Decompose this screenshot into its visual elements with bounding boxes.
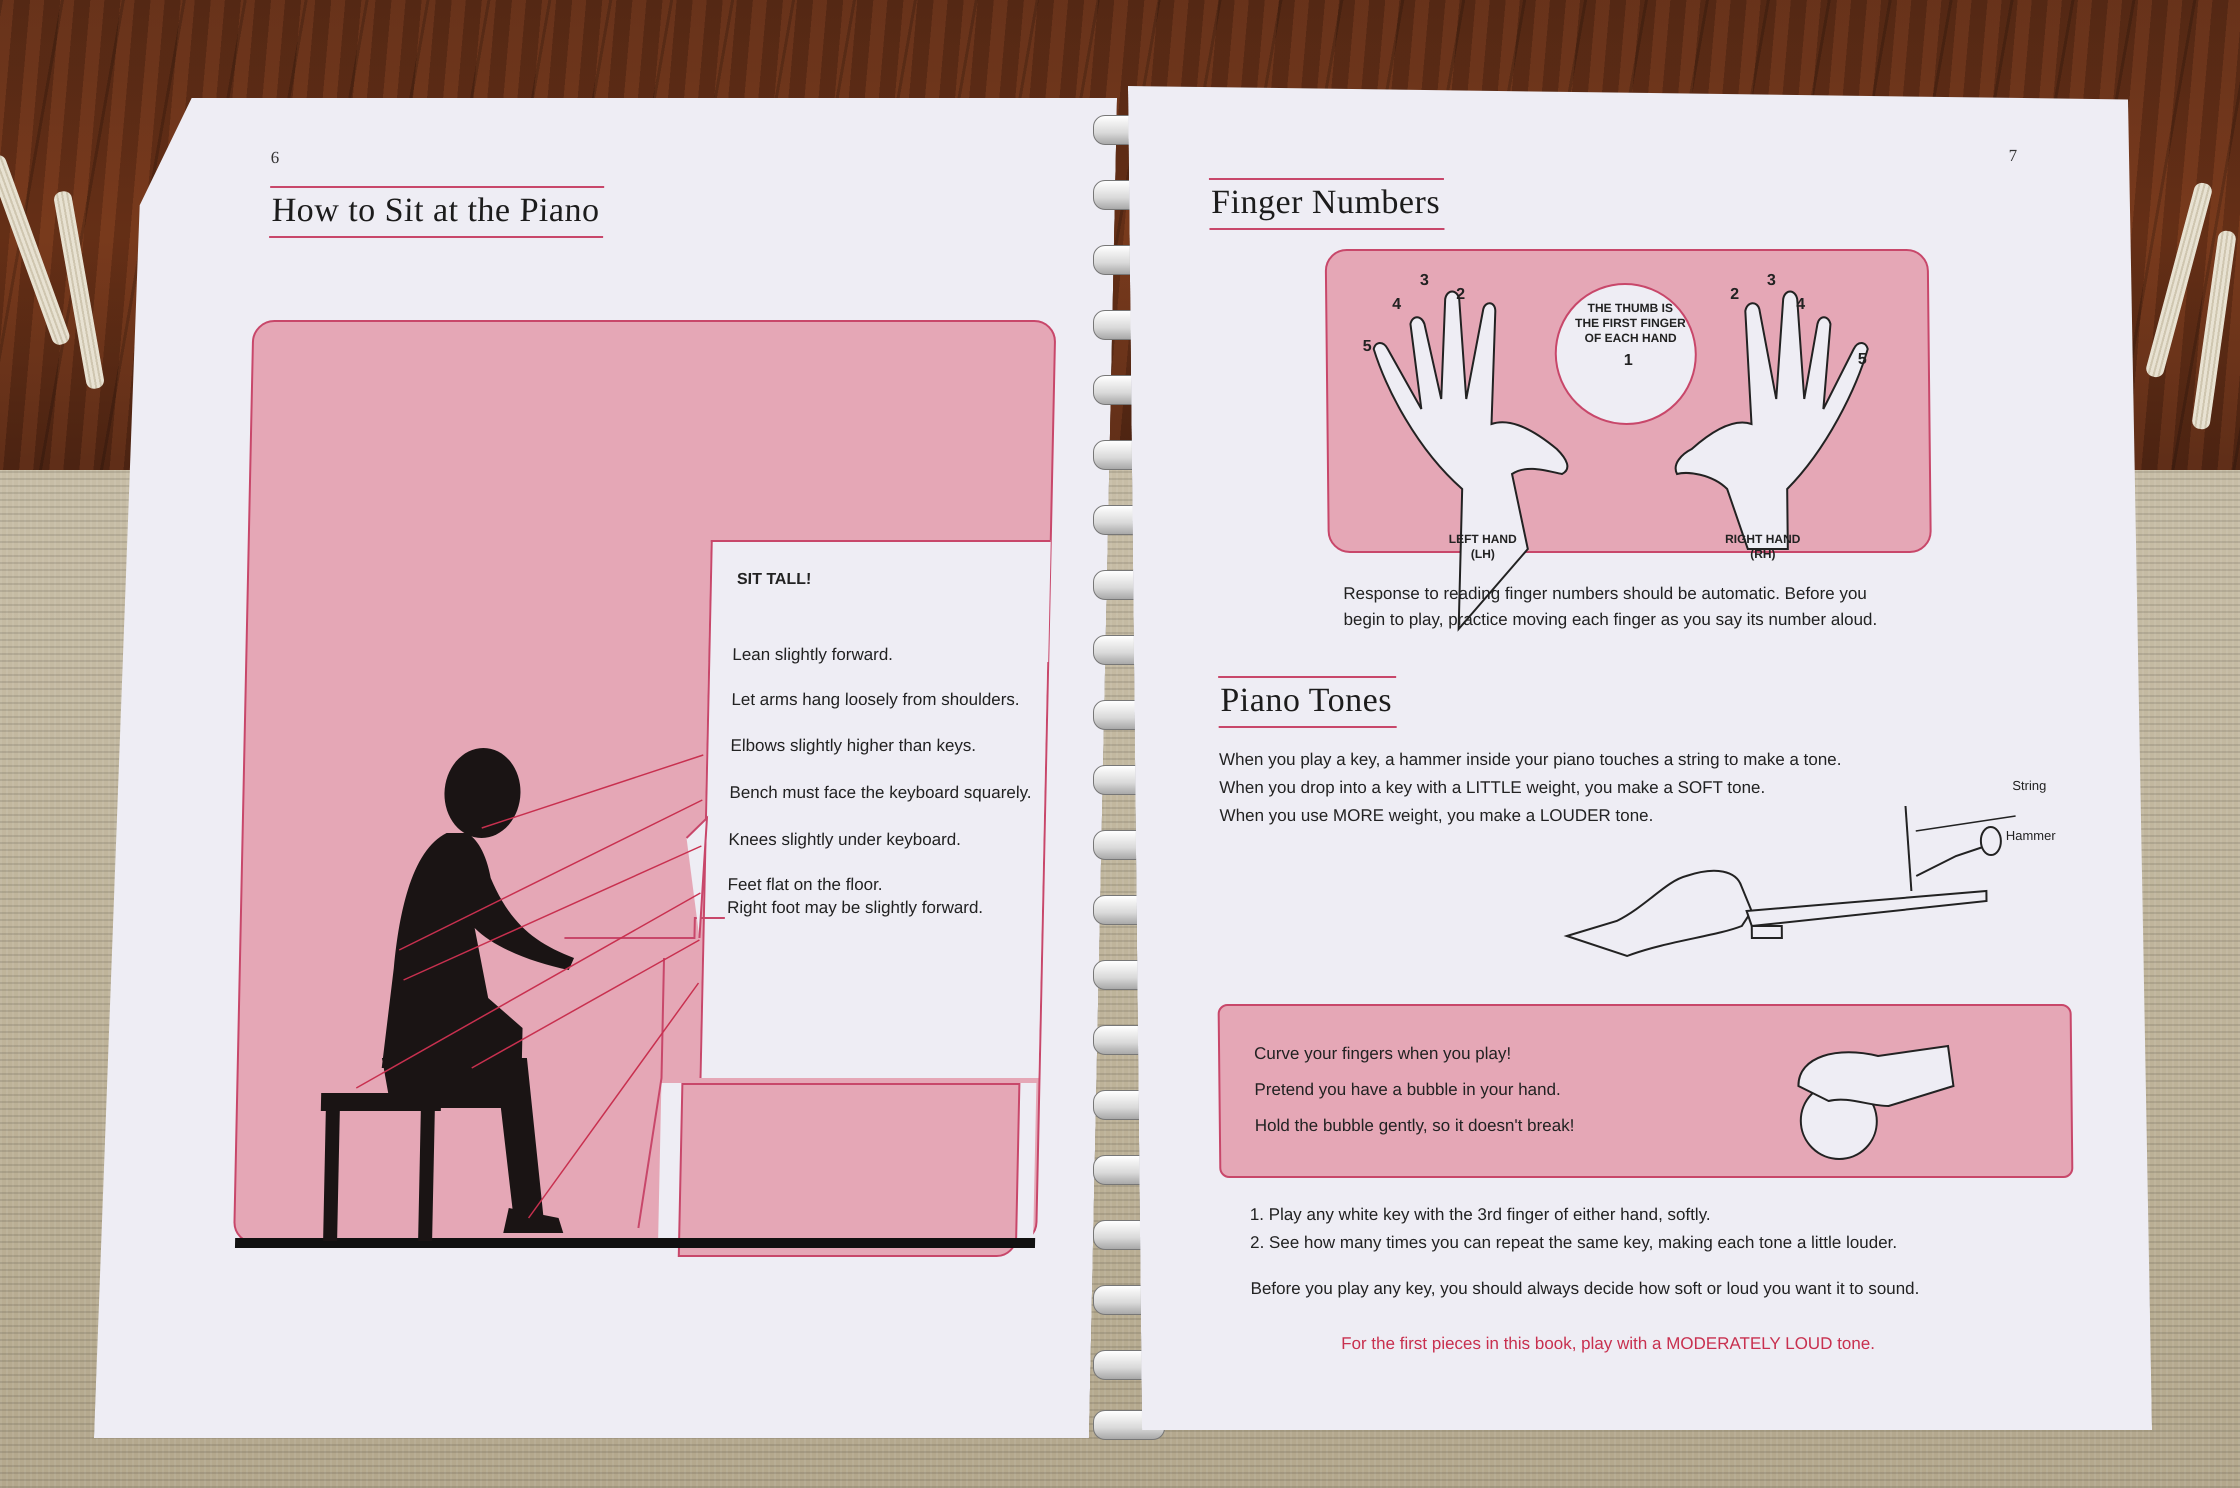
right-hand-label: RIGHT HAND (RH): [1708, 532, 1818, 562]
page-number: 6: [270, 148, 280, 167]
piano-tones-title: Piano Tones: [1218, 676, 1396, 728]
finger-digit: 5: [1857, 351, 1867, 368]
left-page: 6 How to Sit at the Piano SIT TALL! Lean…: [94, 98, 1117, 1438]
left-hand-label: LEFT HAND (LH): [1433, 532, 1533, 562]
thumb-note-line: OF EACH HAND: [1584, 331, 1677, 345]
thumb-note: THE THUMB IS THE FIRST FINGER OF EACH HA…: [1565, 301, 1695, 346]
hands-illustration: [1325, 249, 1928, 549]
finger-numbers-title: Finger Numbers: [1209, 178, 1444, 230]
posture-label: Bench must face the keyboard squarely.: [729, 783, 1032, 802]
posture-label: Elbows slightly higher than keys.: [730, 736, 977, 755]
posture-label: Right foot may be slightly forward.: [726, 898, 984, 917]
finger-digit: 4: [1392, 296, 1402, 313]
thumb-note-line: THE FIRST FINGER: [1575, 316, 1686, 330]
finger-digit: 2: [1456, 286, 1466, 303]
key-mechanism-illustration: [1565, 786, 2067, 966]
caption-line: Response to reading finger numbers shoul…: [1343, 584, 1867, 603]
decide-line: Before you play any key, you should alwa…: [1250, 1279, 1920, 1298]
left-hand-label-line: LEFT HAND: [1448, 532, 1517, 546]
curved-hand-illustration: [1758, 1026, 1959, 1166]
step-line: 2. See how many times you can repeat the…: [1249, 1233, 1898, 1252]
posture-label: Let arms hang loosely from shoulders.: [731, 690, 1020, 709]
bubble-line: Curve your fingers when you play!: [1253, 1044, 1512, 1063]
right-hand-label-line: RIGHT HAND: [1724, 532, 1801, 546]
practice-steps: 1. Play any white key with the 3rd finge…: [1250, 1201, 1898, 1257]
bubble-line: Hold the bubble gently, so it doesn't br…: [1254, 1116, 1575, 1135]
right-page: 7 Finger Numbers THE THUMB IS THE FIRST …: [1128, 86, 2152, 1430]
right-hand-label-line: (RH): [1750, 547, 1776, 561]
finger-digit: 3: [1766, 272, 1776, 289]
page-number: 7: [2008, 146, 2018, 165]
finger-digit: 5: [1362, 338, 1372, 355]
caption-line: begin to play, practice moving each fing…: [1343, 610, 1878, 629]
tones-line: When you play a key, a hammer inside you…: [1218, 750, 1842, 769]
bubble-text: Curve your fingers when you play! Preten…: [1254, 1036, 1575, 1144]
posture-label: Feet flat on the floor.: [727, 875, 883, 894]
highlight-line: For the first pieces in this book, play …: [1341, 1334, 1876, 1353]
finger-digit: 3: [1419, 272, 1429, 289]
sit-tall-heading: SIT TALL!: [736, 571, 812, 588]
finger-digit: 4: [1796, 296, 1806, 313]
page-title: How to Sit at the Piano: [269, 186, 604, 238]
thumb-note-line: THE THUMB IS: [1587, 301, 1674, 315]
finger-digit: 1: [1623, 352, 1633, 369]
left-hand-label-line: (LH): [1470, 547, 1495, 561]
step-line: 1. Play any white key with the 3rd finge…: [1249, 1205, 1711, 1224]
finger-digit: 2: [1730, 286, 1740, 303]
finger-numbers-caption: Response to reading finger numbers shoul…: [1343, 581, 1877, 633]
posture-label: Knees slightly under keyboard.: [728, 830, 962, 849]
posture-label: Lean slightly forward.: [732, 645, 894, 664]
bubble-line: Pretend you have a bubble in your hand.: [1254, 1080, 1561, 1099]
